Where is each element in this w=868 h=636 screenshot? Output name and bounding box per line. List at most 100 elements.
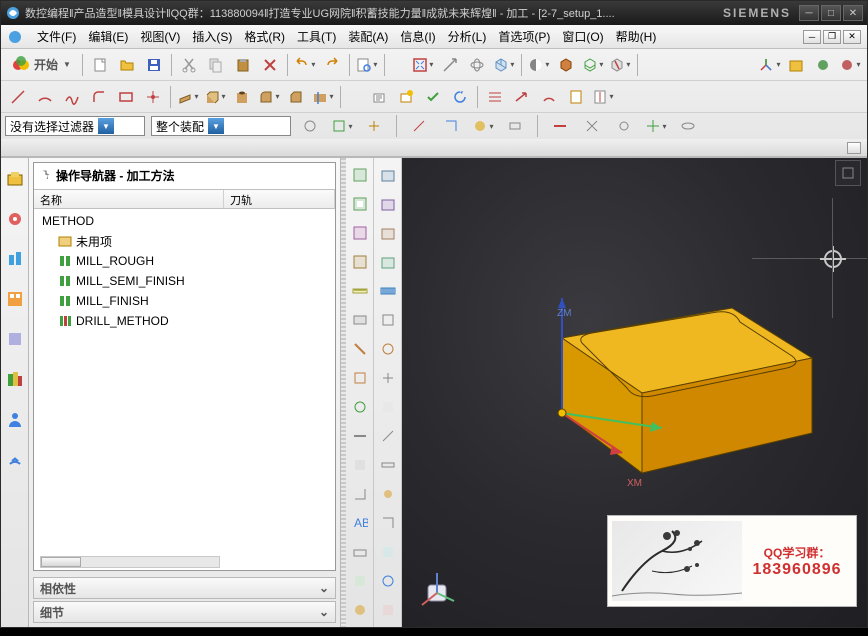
- pin-icon[interactable]: [40, 168, 52, 183]
- layers-button[interactable]: ▾: [580, 52, 606, 78]
- tree-item-drill[interactable]: DRILL_METHOD: [36, 311, 333, 331]
- wcs-button[interactable]: ▾: [756, 52, 782, 78]
- menu-file[interactable]: 文件(F): [31, 28, 82, 45]
- vtb2-14-icon[interactable]: [376, 540, 400, 563]
- extra-button-2[interactable]: ▾: [837, 52, 863, 78]
- fit-button[interactable]: ▾: [410, 52, 436, 78]
- filter-btn-11[interactable]: ▾: [643, 113, 669, 139]
- tree-item-mill-semi[interactable]: MILL_SEMI_FINISH: [36, 271, 333, 291]
- constraint-nav-icon[interactable]: [4, 208, 26, 230]
- history-icon[interactable]: [4, 368, 26, 390]
- new-button[interactable]: [87, 52, 113, 78]
- menu-view[interactable]: 视图(V): [134, 28, 186, 45]
- vtb-method-view-icon[interactable]: [348, 251, 372, 274]
- scope-dropdown[interactable]: 整个装配 ▼: [151, 116, 291, 136]
- mdi-close-button[interactable]: ✕: [843, 30, 861, 44]
- vtb-11-icon[interactable]: [348, 453, 372, 476]
- op-create-button[interactable]: [366, 84, 392, 110]
- assembly-nav-icon[interactable]: [4, 168, 26, 190]
- point-button[interactable]: [140, 84, 166, 110]
- col-toolpath[interactable]: 刀轨: [224, 190, 335, 208]
- filter-btn-2[interactable]: ▾: [329, 113, 355, 139]
- extrude-button[interactable]: ▾: [202, 84, 228, 110]
- paste-button[interactable]: [230, 52, 256, 78]
- filter-btn-8[interactable]: [547, 113, 573, 139]
- hole-button[interactable]: [229, 84, 255, 110]
- maximize-button[interactable]: □: [821, 5, 841, 21]
- mini-triad[interactable]: [414, 565, 460, 611]
- save-button[interactable]: [141, 52, 167, 78]
- filter-btn-3[interactable]: [361, 113, 387, 139]
- rotate-button[interactable]: [464, 52, 490, 78]
- vtb2-13-icon[interactable]: [376, 511, 400, 534]
- op-sim-button[interactable]: [447, 84, 473, 110]
- filter-btn-1[interactable]: [297, 113, 323, 139]
- vtb-16-icon[interactable]: [348, 598, 372, 621]
- part-nav-icon[interactable]: [4, 248, 26, 270]
- selection-filter-dropdown[interactable]: 没有选择过滤器 ▼: [5, 116, 145, 136]
- shading-button[interactable]: ▾: [526, 52, 552, 78]
- wireframe-button[interactable]: [553, 52, 579, 78]
- viewport[interactable]: ZM XM: [402, 158, 867, 627]
- cut-button[interactable]: [176, 52, 202, 78]
- start-button[interactable]: 开始▼: [5, 52, 78, 78]
- hscroll-thumb[interactable]: [41, 557, 81, 567]
- edge-blend-button[interactable]: ▾: [256, 84, 282, 110]
- vtb-ruler-icon[interactable]: [348, 280, 372, 303]
- vtb2-4-icon[interactable]: [376, 251, 400, 274]
- navigator-tree[interactable]: METHOD 未用项 MILL_ROUGH MILL_SEMI_FINISH: [34, 209, 335, 554]
- filter-btn-7[interactable]: [502, 113, 528, 139]
- col-name[interactable]: 名称: [34, 190, 224, 208]
- tree-item-unused[interactable]: 未用项: [36, 231, 333, 251]
- tree-root[interactable]: METHOD: [36, 211, 333, 231]
- chamfer-button[interactable]: [283, 84, 309, 110]
- vtb-10-icon[interactable]: [348, 424, 372, 447]
- view-cube-button[interactable]: ▾: [491, 52, 517, 78]
- delete-button[interactable]: [257, 52, 283, 78]
- redo-button[interactable]: [319, 52, 345, 78]
- filter-btn-4[interactable]: [406, 113, 432, 139]
- vtb-14-icon[interactable]: [348, 540, 372, 563]
- vtb2-2-icon[interactable]: [376, 193, 400, 216]
- tree-item-mill-finish[interactable]: MILL_FINISH: [36, 291, 333, 311]
- open-button[interactable]: [114, 52, 140, 78]
- menu-info[interactable]: 信息(I): [394, 28, 441, 45]
- vtb2-8-icon[interactable]: [376, 367, 400, 390]
- roles-icon[interactable]: [4, 408, 26, 430]
- menu-tools[interactable]: 工具(T): [291, 28, 342, 45]
- vtb2-9-icon[interactable]: [376, 396, 400, 419]
- undo-button[interactable]: ▾: [292, 52, 318, 78]
- vtb-7-icon[interactable]: [348, 338, 372, 361]
- hd3d-icon[interactable]: [4, 328, 26, 350]
- mdi-restore-button[interactable]: ❐: [823, 30, 841, 44]
- vtb2-12-icon[interactable]: [376, 482, 400, 505]
- line-button[interactable]: [5, 84, 31, 110]
- op-gen-button[interactable]: [393, 84, 419, 110]
- vtb-program-view-icon[interactable]: [348, 164, 372, 187]
- vtb-6-icon[interactable]: [348, 309, 372, 332]
- vtb2-6-icon[interactable]: [376, 309, 400, 332]
- filter-btn-9[interactable]: [579, 113, 605, 139]
- menu-assembly[interactable]: 装配(A): [342, 28, 394, 45]
- tree-item-mill-rough[interactable]: MILL_ROUGH: [36, 251, 333, 271]
- menu-help[interactable]: 帮助(H): [610, 28, 663, 45]
- menu-window[interactable]: 窗口(O): [556, 28, 609, 45]
- path-lines-button[interactable]: [482, 84, 508, 110]
- vtb2-grid-icon[interactable]: [376, 280, 400, 303]
- mdi-minimize-button[interactable]: ─: [803, 30, 821, 44]
- vtb-9-icon[interactable]: [348, 396, 372, 419]
- filter-btn-6[interactable]: ▾: [470, 113, 496, 139]
- reuse-lib-icon[interactable]: [4, 288, 26, 310]
- command-finder-button[interactable]: ▾: [354, 52, 380, 78]
- vtb-machine-view-icon[interactable]: [348, 193, 372, 216]
- trim-button[interactable]: ▾: [310, 84, 336, 110]
- vtb2-10-icon[interactable]: [376, 424, 400, 447]
- curve-fillet-button[interactable]: [86, 84, 112, 110]
- path-sheet-button[interactable]: [563, 84, 589, 110]
- menu-analysis[interactable]: 分析(L): [442, 28, 493, 45]
- rect-button[interactable]: [113, 84, 139, 110]
- section-details[interactable]: 细节 ⌄: [33, 601, 336, 623]
- minimize-button[interactable]: ─: [799, 5, 819, 21]
- zoom-button[interactable]: [437, 52, 463, 78]
- filter-btn-5[interactable]: [438, 113, 464, 139]
